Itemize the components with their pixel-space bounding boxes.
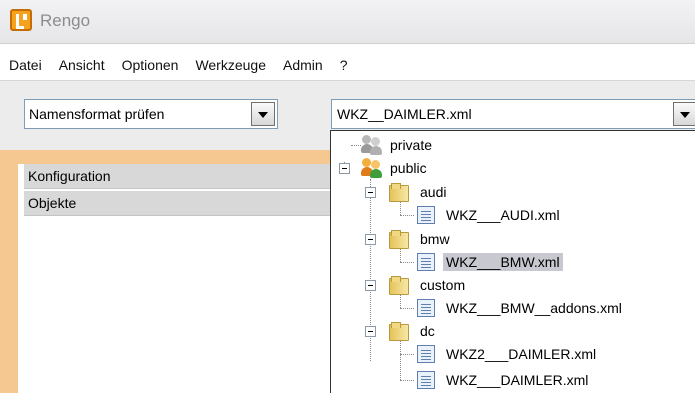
xml-file-icon (417, 299, 435, 317)
tree-label-private: private (390, 137, 433, 153)
title-bar: Rengo (0, 0, 695, 44)
tree-label-dc-file-1: WKZ2___DAIMLER.xml (446, 346, 597, 362)
tree-line (400, 262, 414, 263)
collapse-icon[interactable] (365, 234, 376, 245)
tree-label-audi: audi (420, 184, 447, 200)
panel-accent-side (0, 150, 18, 393)
tree-line (400, 380, 414, 381)
section-objekte[interactable]: Objekte (24, 191, 330, 216)
tree-node-dc-file-1[interactable]: WKZ2___DAIMLER.xml (417, 343, 599, 365)
file-combo-value: WKZ__DAIMLER.xml (337, 106, 472, 122)
menu-werkzeuge[interactable]: Werkzeuge (195, 57, 266, 73)
tree-node-bmw[interactable]: bmw (389, 228, 453, 250)
collapse-icon[interactable] (365, 326, 376, 337)
tree-label-custom: custom (420, 277, 466, 293)
tree-node-audi[interactable]: audi (389, 181, 449, 203)
user-group-icon (361, 158, 383, 178)
menu-bar: Datei Ansicht Optionen Werkzeuge Admin ? (0, 52, 695, 78)
section-konfiguration[interactable]: Konfiguration (24, 164, 330, 189)
menu-datei[interactable]: Datei (9, 57, 42, 73)
menu-ansicht[interactable]: Ansicht (59, 57, 105, 73)
xml-file-icon (417, 371, 435, 389)
tree-line (400, 340, 401, 380)
tree-label-public: public (390, 160, 427, 176)
collapse-icon[interactable] (365, 280, 376, 291)
tree-label-dc-file-2: WKZ___DAIMLER.xml (446, 372, 589, 388)
tree-node-bmw-file[interactable]: WKZ___BMW.xml (417, 251, 563, 273)
menu-admin[interactable]: Admin (283, 57, 323, 73)
file-combo[interactable]: WKZ__DAIMLER.xml (331, 99, 695, 129)
user-group-gray-icon (361, 135, 383, 155)
action-combo-value: Namensformat prüfen (29, 106, 165, 122)
chevron-down-icon[interactable] (673, 102, 695, 126)
folder-open-icon (389, 322, 411, 341)
objects-list (24, 216, 330, 393)
tree-line (400, 201, 401, 215)
file-tree-dropdown: private public audi WKZ___AUDI.xml bmw W… (330, 130, 695, 393)
tree-node-custom[interactable]: custom (389, 274, 468, 296)
xml-file-icon (417, 345, 435, 363)
tree-line (400, 294, 401, 308)
tree-label-bmw-file: WKZ___BMW.xml (443, 253, 563, 271)
tree-line (400, 308, 414, 309)
tree-label-bmw: bmw (420, 231, 450, 247)
tree-line (400, 215, 414, 216)
menu-optionen[interactable]: Optionen (122, 57, 179, 73)
panel-accent-strip (0, 150, 330, 164)
tree-node-dc[interactable]: dc (389, 320, 438, 342)
tree-line (351, 145, 361, 146)
collapse-icon[interactable] (339, 163, 350, 174)
tree-node-private[interactable]: private (361, 134, 435, 156)
tree-label-custom-file: WKZ___BMW__addons.xml (446, 300, 622, 316)
tree-label-audi-file: WKZ___AUDI.xml (446, 207, 560, 223)
tree-line (400, 248, 401, 262)
window-title: Rengo (40, 11, 91, 30)
tree-node-custom-file[interactable]: WKZ___BMW__addons.xml (417, 297, 625, 319)
collapse-icon[interactable] (365, 187, 376, 198)
rengo-app-icon (10, 9, 32, 31)
tree-label-dc: dc (420, 323, 435, 339)
xml-file-icon (417, 206, 435, 224)
folder-open-icon (389, 183, 411, 202)
tree-node-dc-file-2[interactable]: WKZ___DAIMLER.xml (417, 369, 591, 391)
folder-open-icon (389, 276, 411, 295)
tree-node-public[interactable]: public (361, 157, 430, 179)
tree-node-audi-file[interactable]: WKZ___AUDI.xml (417, 204, 563, 226)
menu-help[interactable]: ? (340, 57, 348, 73)
folder-open-icon (389, 230, 411, 249)
xml-file-icon (417, 253, 435, 271)
chevron-down-icon[interactable] (251, 102, 275, 126)
tree-line (400, 354, 414, 355)
action-combo[interactable]: Namensformat prüfen (24, 99, 278, 129)
